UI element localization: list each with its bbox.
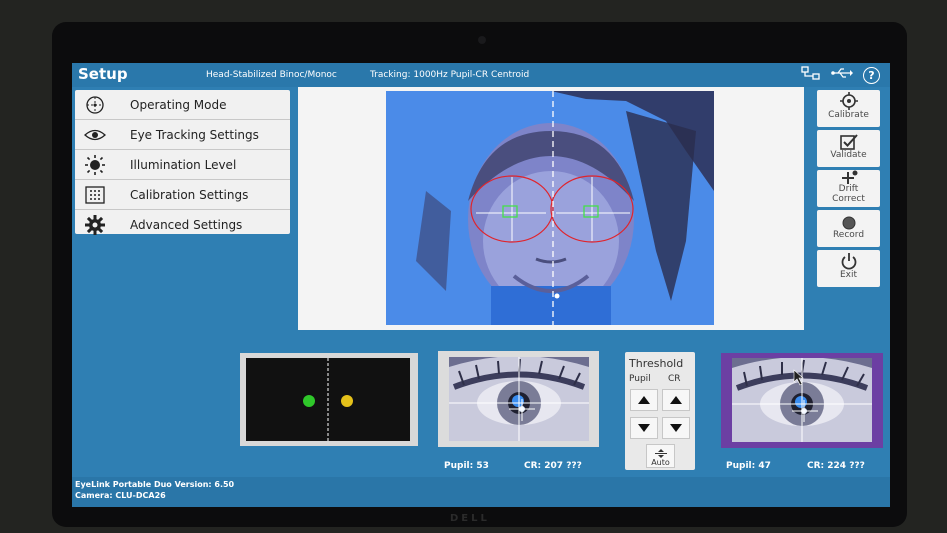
help-icon[interactable]: ? (863, 66, 880, 84)
threshold-pupil-label: Pupil (629, 374, 651, 384)
gear-icon (82, 214, 108, 235)
threshold-cr-label: CR (668, 374, 681, 384)
triangle-down-icon (638, 424, 650, 432)
usb-icon[interactable] (831, 67, 853, 83)
status-footer: EyeLink Portable Duo Version: 6.50 Camer… (72, 477, 890, 507)
right-gaze-dot (341, 395, 353, 407)
triangle-down-icon (670, 424, 682, 432)
menu-item-eye-tracking[interactable]: Eye Tracking Settings (75, 120, 290, 150)
power-icon (840, 250, 858, 270)
left-eye-image (449, 357, 589, 441)
exit-label: Exit (839, 270, 858, 280)
calibrate-label: Calibrate (828, 110, 869, 120)
left-eye-panel[interactable] (438, 351, 599, 447)
camera-image[interactable] (386, 91, 714, 325)
gaze-display (246, 358, 410, 441)
left-gaze-dot (303, 395, 315, 407)
crosshair-icon (839, 90, 858, 110)
title-bar: Setup Head-Stabilized Binoc/Monoc Tracki… (72, 63, 890, 87)
menu-label: Advanced Settings (130, 217, 243, 232)
record-icon (841, 210, 857, 230)
right-pupil-value: Pupil: 47 (726, 461, 771, 471)
correct-label: Correct (832, 194, 865, 204)
calibration-grid-icon (82, 185, 108, 205)
menu-label: Calibration Settings (130, 187, 249, 202)
record-button[interactable]: Record (817, 210, 880, 247)
settings-menu: Operating Mode Eye Tracking Settings Ill… (75, 90, 290, 235)
tracking-status: Tracking: 1000Hz Pupil-CR Centroid (370, 70, 530, 80)
eye-icon (82, 125, 108, 145)
menu-item-calibration[interactable]: Calibration Settings (75, 180, 290, 210)
menu-label: Illumination Level (130, 157, 237, 172)
record-label: Record (832, 230, 865, 240)
left-cr-value: CR: 207 ??? (524, 461, 582, 471)
calibrate-button[interactable]: Calibrate (817, 90, 880, 127)
illumination-icon (82, 154, 108, 175)
network-icon[interactable] (801, 66, 821, 84)
pupil-threshold-up-button[interactable] (630, 389, 658, 411)
left-pupil-value: Pupil: 53 (444, 461, 489, 471)
threshold-panel: Threshold Pupil CR Auto (625, 352, 695, 470)
auto-adjust-icon (654, 449, 667, 458)
auto-threshold-button[interactable]: Auto (646, 444, 675, 468)
right-eye-image (732, 358, 872, 442)
pupil-threshold-down-button[interactable] (630, 417, 658, 439)
operating-mode-icon (82, 95, 108, 115)
validate-button[interactable]: Validate (817, 130, 880, 167)
auto-label: Auto (651, 458, 670, 467)
camera-text: Camera: CLU-DCA26 (75, 491, 166, 500)
face-camera-image (386, 91, 714, 325)
threshold-title: Threshold (629, 357, 684, 370)
page-title: Setup (78, 65, 128, 83)
gaze-target-panel (240, 353, 418, 446)
action-buttons: Calibrate Validate Drift Correct Record (817, 90, 880, 290)
cr-threshold-up-button[interactable] (662, 389, 690, 411)
camera-view-panel (298, 87, 804, 330)
mode-status: Head-Stabilized Binoc/Monoc (206, 70, 337, 80)
drift-correct-button[interactable]: Drift Correct (817, 170, 880, 207)
monitor-logo: DELL (450, 513, 490, 524)
menu-item-operating-mode[interactable]: Operating Mode (75, 90, 290, 120)
menu-label: Eye Tracking Settings (130, 127, 259, 142)
exit-button[interactable]: Exit (817, 250, 880, 287)
version-text: EyeLink Portable Duo Version: 6.50 (75, 480, 235, 489)
threshold-columns: Pupil CR (629, 374, 691, 384)
menu-item-advanced[interactable]: Advanced Settings (75, 210, 290, 239)
webcam-icon (478, 36, 486, 44)
triangle-up-icon (670, 396, 682, 404)
drift-label: Drift (838, 184, 859, 194)
validate-label: Validate (830, 150, 867, 160)
status-icons: ? (801, 66, 880, 84)
menu-item-illumination[interactable]: Illumination Level (75, 150, 290, 180)
drift-cross-icon (840, 170, 858, 184)
cr-threshold-down-button[interactable] (662, 417, 690, 439)
right-eye-panel[interactable] (721, 353, 883, 448)
eyelink-screen: Setup Head-Stabilized Binoc/Monoc Tracki… (72, 63, 890, 507)
right-cr-value: CR: 224 ??? (807, 461, 865, 471)
menu-label: Operating Mode (130, 97, 227, 112)
checkbox-icon (839, 130, 858, 150)
triangle-up-icon (638, 396, 650, 404)
